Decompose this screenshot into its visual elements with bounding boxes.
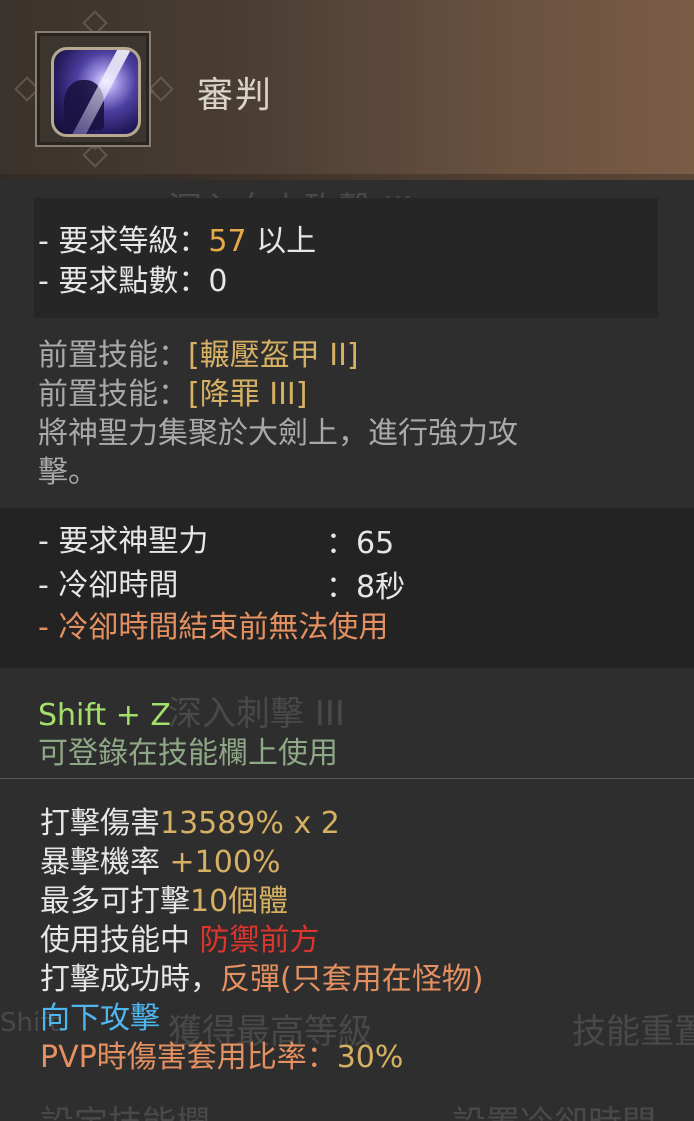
- pvp-row: PVP時傷害套用比率：30%: [40, 1038, 403, 1078]
- guard-row: 使用技能中 防禦前方: [40, 921, 320, 961]
- cooldown-label: - 冷卻時間: [38, 568, 179, 603]
- pvp-label: PVP時傷害套用比率：: [40, 1040, 337, 1075]
- section-divider: [0, 778, 694, 779]
- chevron-right-icon: [148, 76, 174, 102]
- guard-value: 防禦前方: [199, 923, 320, 958]
- skill-icon-frame: [14, 10, 174, 168]
- prerequisite-label: 前置技能：: [38, 338, 188, 373]
- background-skill-label: 深入刺擊 III: [168, 694, 345, 734]
- damage-row: 打擊傷害13589% x 2: [40, 804, 340, 844]
- damage-label: 打擊傷害: [40, 806, 160, 841]
- required-points-row: - 要求點數：0: [38, 262, 227, 302]
- holy-power-label: - 要求神聖力: [38, 524, 209, 559]
- skill-name: 審判: [197, 75, 274, 116]
- onhit-value: 反彈(只套用在怪物): [220, 962, 484, 997]
- required-points-label: - 要求點數：: [38, 264, 209, 299]
- tooltip-header: 審判: [0, 0, 694, 180]
- background-button-label: 設置冷卻時間: [452, 1096, 656, 1121]
- crit-value: +100%: [169, 845, 281, 880]
- hotkey-note: 可登錄在技能欄上使用: [38, 736, 338, 771]
- prerequisite-row: 前置技能：[降罪 III]: [38, 375, 308, 415]
- crit-label: 暴擊機率: [40, 845, 170, 880]
- required-level-suffix: 以上: [256, 224, 317, 259]
- holy-power-value: ：65: [326, 526, 395, 561]
- onhit-row: 打擊成功時，反彈(只套用在怪物): [40, 960, 483, 1000]
- background-button-label: 技能重置: [572, 1012, 694, 1052]
- required-level-row: - 要求等級：57 以上: [38, 222, 316, 262]
- required-level-value: 57: [208, 224, 247, 259]
- pvp-value: 30%: [336, 1040, 404, 1075]
- targets-row: 最多可打擊10個體: [40, 882, 288, 922]
- damage-value: 13589% x 2: [160, 806, 340, 841]
- required-level-label: - 要求等級：: [38, 224, 209, 259]
- targets-value: 10個體: [190, 884, 289, 919]
- prerequisite-row: 前置技能：[輾壓盔甲 II]: [38, 336, 359, 376]
- guard-label: 使用技能中: [40, 923, 200, 958]
- skill-tooltip: 深入向上砍擊 III 深入刺擊 III 獲得最高等級 技能重置 Shift 設定…: [0, 0, 694, 1121]
- hotkey-label: Shift + Z: [38, 698, 171, 733]
- down-attack-label: 向下攻擊: [40, 1001, 160, 1036]
- prerequisite-skill: [降罪 III]: [188, 377, 308, 412]
- judgment-skill-icon: [51, 47, 141, 137]
- crit-row: 暴擊機率 +100%: [40, 843, 280, 883]
- prerequisite-label: 前置技能：: [38, 377, 188, 412]
- prerequisite-skill: [輾壓盔甲 II]: [188, 338, 359, 373]
- skill-description-line: 將神聖力集聚於大劍上，進行強力攻: [38, 416, 518, 451]
- required-points-value: 0: [208, 264, 228, 299]
- background-button-label: 設定技能欄: [40, 1096, 210, 1121]
- onhit-label: 打擊成功時，: [40, 962, 220, 997]
- cooldown-warning: - 冷卻時間結束前無法使用: [38, 610, 389, 645]
- cooldown-value: ：8秒: [326, 570, 406, 605]
- targets-label: 最多可打擊: [40, 884, 190, 919]
- skill-description-line: 擊。: [38, 455, 98, 490]
